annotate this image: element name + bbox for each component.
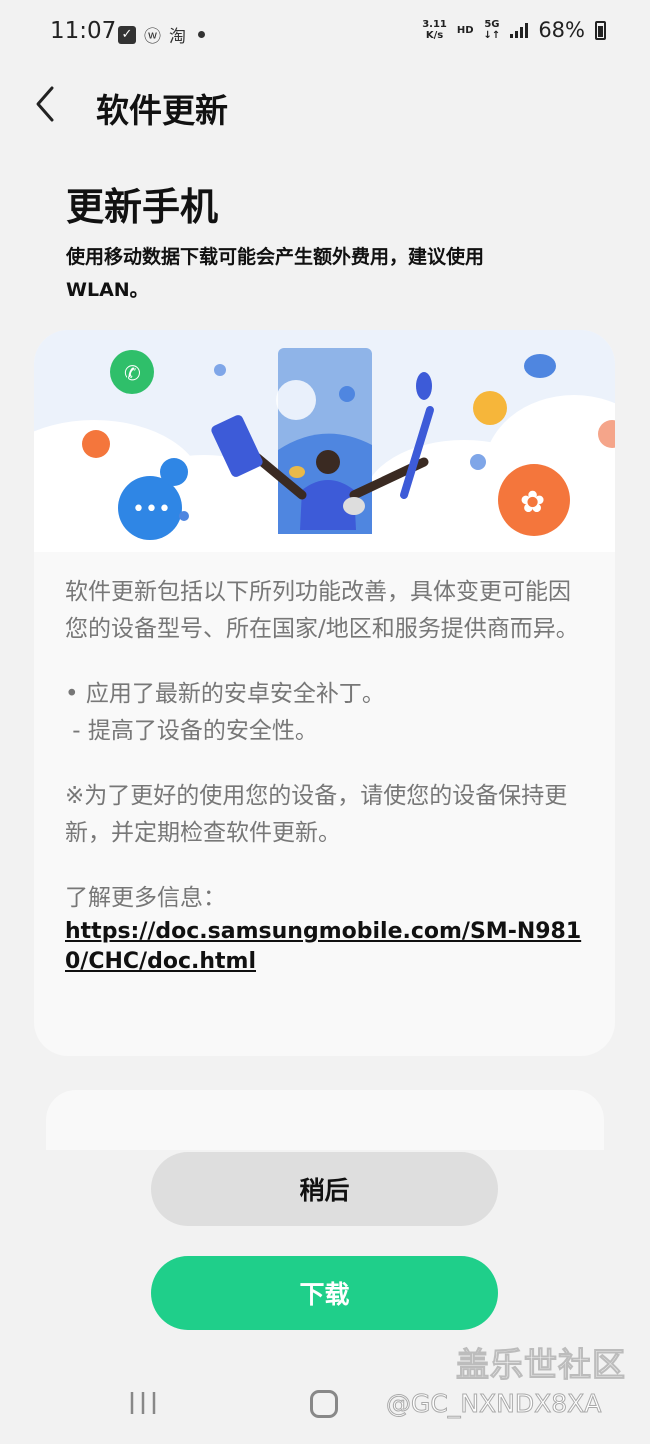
collapsed-section-card xyxy=(46,1090,604,1150)
page-title: 更新手机 xyxy=(66,185,219,229)
svg-text:•••: ••• xyxy=(132,497,171,522)
back-button[interactable] xyxy=(28,82,68,126)
network-speed: 3.11 K/s xyxy=(422,19,447,41)
mobile-data-notice: 使用移动数据下载可能会产生额外费用，建议使用WLAN。 xyxy=(66,246,485,301)
watermark-brand: 盖乐世社区 xyxy=(456,1345,626,1385)
battery-percent: 68% xyxy=(538,18,585,42)
download-button[interactable]: 下载 xyxy=(151,1256,498,1330)
network-type-label: 5G xyxy=(484,19,500,30)
svg-text:✆: ✆ xyxy=(124,361,141,385)
release-notes: 软件更新包括以下所列功能改善，具体变更可能因您的设备型号、所在国家/地区和服务提… xyxy=(65,574,590,977)
status-time: 11:07 xyxy=(50,18,117,44)
data-activity-arrows-icon: ↓↑ xyxy=(483,30,501,41)
release-notes-intro: 软件更新包括以下所列功能改善，具体变更可能因您的设备型号、所在国家/地区和服务提… xyxy=(65,579,579,642)
release-notes-subbullet: - 提高了设备的安全性。 xyxy=(65,718,318,744)
release-notes-bullet: • 应用了最新的安卓安全补丁。 xyxy=(65,681,385,707)
recent-apps-button[interactable] xyxy=(126,1390,160,1416)
watermark-user: @GC_NXNDX8XA xyxy=(385,1389,602,1419)
release-notes-advice: ※为了更好的使用您的设备，请使您的设备保持更新，并定期检查软件更新。 xyxy=(65,783,568,846)
taobao-icon: 淘 xyxy=(169,27,186,47)
hd-badge: HD xyxy=(456,24,474,36)
svg-text:✿: ✿ xyxy=(520,485,545,520)
more-notifications-dot-icon xyxy=(198,31,205,38)
home-button[interactable] xyxy=(310,1390,338,1418)
battery-icon xyxy=(595,20,606,40)
notification-icons: ✓ ⓦ 淘 xyxy=(118,22,205,47)
weibo-icon: ⓦ xyxy=(144,27,161,47)
more-info-link[interactable]: https://doc.samsungmobile.com/SM-N9810/C… xyxy=(65,917,590,977)
page-header-title: 软件更新 xyxy=(96,91,228,130)
signal-strength-icon xyxy=(510,22,529,38)
chevron-left-icon xyxy=(36,86,54,122)
screen: 11:07 ✓ ⓦ 淘 3.11 K/s HD 5G ↓↑ 68% 软件更新 更… xyxy=(0,0,650,1444)
checkbox-icon: ✓ xyxy=(118,25,136,44)
network-speed-value: 3.11 xyxy=(422,19,447,30)
network-speed-unit: K/s xyxy=(425,30,444,41)
later-button[interactable]: 稍后 xyxy=(151,1152,498,1226)
system-indicators: 3.11 K/s HD 5G ↓↑ 68% xyxy=(422,18,606,42)
update-details-card: ✆ ••• ✿ 软件更新包括以下所列功能改善，具体变更可能因您的设备型号、所在国… xyxy=(34,330,615,1056)
more-info-label: 了解更多信息： xyxy=(65,885,226,911)
update-illustration: ✆ ••• ✿ xyxy=(34,330,615,565)
illustration-graphic: ✆ ••• ✿ xyxy=(34,348,615,565)
recents-icon xyxy=(130,1392,156,1414)
network-type: 5G ↓↑ xyxy=(484,19,501,41)
status-bar: 11:07 ✓ ⓦ 淘 3.11 K/s HD 5G ↓↑ 68% xyxy=(0,0,650,66)
